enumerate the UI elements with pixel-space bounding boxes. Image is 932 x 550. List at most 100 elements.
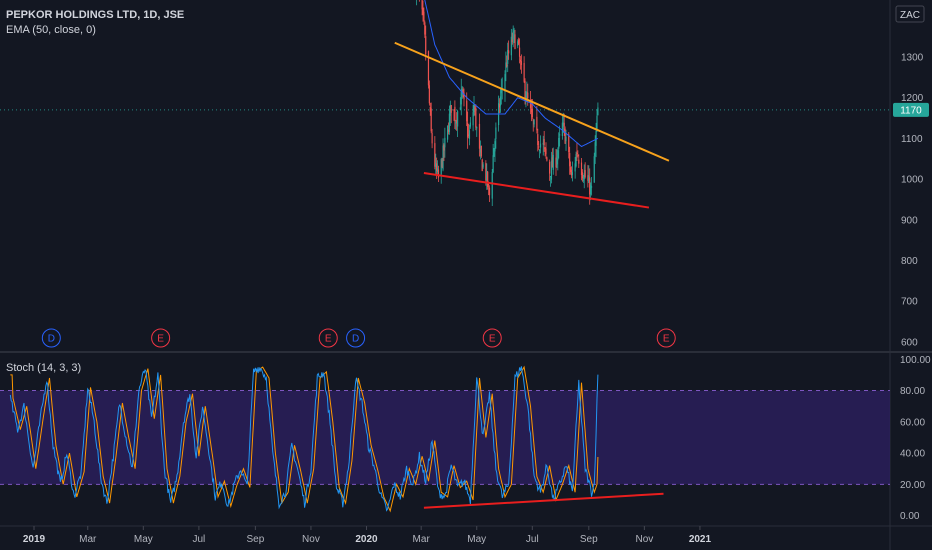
candle-body: [472, 112, 474, 126]
earnings-marker-label: E: [489, 334, 496, 345]
candle-body: [543, 139, 545, 146]
candle-body: [425, 36, 427, 55]
candle-body: [537, 134, 539, 146]
candle-body: [595, 130, 597, 146]
candle-body: [533, 119, 535, 125]
candle-body: [512, 29, 514, 40]
candle-body: [475, 107, 477, 128]
candle-body: [520, 61, 522, 65]
earnings-marker-label: E: [663, 334, 670, 345]
candle-body: [563, 122, 565, 127]
ema-legend[interactable]: EMA (50, close, 0): [6, 23, 184, 38]
candle-body: [444, 137, 446, 148]
candle-body: [480, 145, 482, 157]
candle-body: [478, 123, 481, 149]
candle-body: [494, 141, 496, 152]
candle-body: [448, 113, 451, 132]
price-chart: 60070080090010001100120013001400ZAC1170D…: [0, 0, 932, 550]
price-tick-label: 1000: [901, 175, 924, 186]
stoch-legend-label[interactable]: Stoch (14, 3, 3): [6, 361, 81, 376]
candle-body: [582, 179, 584, 181]
time-tick-label: Mar: [413, 534, 431, 545]
candle-body: [514, 34, 516, 50]
candle-body: [513, 31, 515, 33]
candle-body: [527, 92, 529, 99]
price-tick-label: 700: [901, 297, 918, 308]
candle-body: [558, 137, 560, 149]
stoch-legend: Stoch (14, 3, 3): [6, 361, 81, 376]
time-tick-label: Jul: [192, 534, 205, 545]
candle-body: [564, 128, 566, 144]
candle-body: [450, 105, 452, 113]
candle-body: [488, 187, 491, 196]
candle-body: [581, 172, 584, 179]
candle-body: [575, 154, 577, 167]
candle-body: [577, 154, 579, 157]
candle-body: [578, 159, 580, 164]
dividend-marker-label: D: [48, 334, 55, 345]
time-tick-label: May: [134, 534, 153, 545]
candle-body: [523, 63, 525, 82]
candle-body: [482, 164, 484, 168]
earnings-marker-label: E: [157, 334, 164, 345]
candle-body: [559, 134, 561, 136]
candle-body: [531, 108, 533, 118]
candle-body: [423, 11, 425, 21]
symbol-title[interactable]: PEPKOR HOLDINGS LTD, 1D, JSE: [6, 8, 184, 23]
candle-body: [476, 127, 478, 129]
price-tick-label: 600: [901, 337, 918, 348]
dividend-marker-label: D: [352, 334, 359, 345]
candle-body: [590, 186, 593, 188]
time-tick-label: 2021: [689, 534, 712, 545]
stoch-tick-label: 40.00: [900, 449, 925, 460]
price-tick-label: 900: [901, 215, 918, 226]
price-tick-label: 1300: [901, 52, 924, 63]
stoch-tick-label: 80.00: [900, 386, 925, 397]
price-tick-label: 800: [901, 256, 918, 267]
time-tick-label: Nov: [635, 534, 653, 545]
candle-body: [469, 122, 471, 127]
candle-body: [487, 171, 489, 188]
time-tick-label: Jul: [526, 534, 539, 545]
candle-body: [549, 161, 551, 174]
candle-body: [491, 172, 493, 199]
stoch-tick-label: 0.00: [900, 511, 920, 522]
stoch-tick-label: 60.00: [900, 417, 925, 428]
last-price-label: 1170: [900, 105, 922, 116]
candle-body: [446, 125, 449, 140]
time-tick-label: Nov: [302, 534, 320, 545]
candle-body: [466, 100, 468, 122]
time-tick-label: Sep: [580, 534, 598, 545]
candle-body: [508, 50, 510, 54]
candle-body: [597, 107, 599, 116]
candle-body: [557, 150, 559, 161]
candle-body: [545, 148, 547, 155]
earnings-marker-label: E: [325, 334, 332, 345]
candle-body: [568, 134, 570, 153]
candle-body: [546, 157, 548, 161]
main-legend: PEPKOR HOLDINGS LTD, 1D, JSE EMA (50, cl…: [6, 8, 184, 38]
candle-body: [495, 127, 497, 139]
candle-body: [518, 47, 521, 57]
candle-body: [596, 115, 598, 130]
candle-body: [565, 136, 567, 142]
candle-body: [576, 152, 578, 154]
candle-body: [473, 104, 475, 113]
time-tick-label: Mar: [79, 534, 97, 545]
candle-body: [593, 156, 595, 183]
candle-body: [437, 169, 440, 178]
time-tick-label: 2020: [355, 534, 378, 545]
stoch-tick-label: 20.00: [900, 480, 925, 491]
candle-body: [569, 152, 571, 167]
candle-body: [430, 108, 432, 132]
candle-body: [524, 80, 526, 98]
candle-body: [518, 39, 520, 44]
stoch-band: [0, 390, 890, 485]
candle-body: [552, 154, 554, 170]
stoch-tick-label: 100.00: [900, 355, 931, 366]
candle-body: [499, 96, 502, 106]
time-tick-label: 2019: [23, 534, 46, 545]
candle-body: [539, 143, 542, 148]
candle-body: [539, 150, 541, 152]
candle-body: [584, 170, 586, 178]
